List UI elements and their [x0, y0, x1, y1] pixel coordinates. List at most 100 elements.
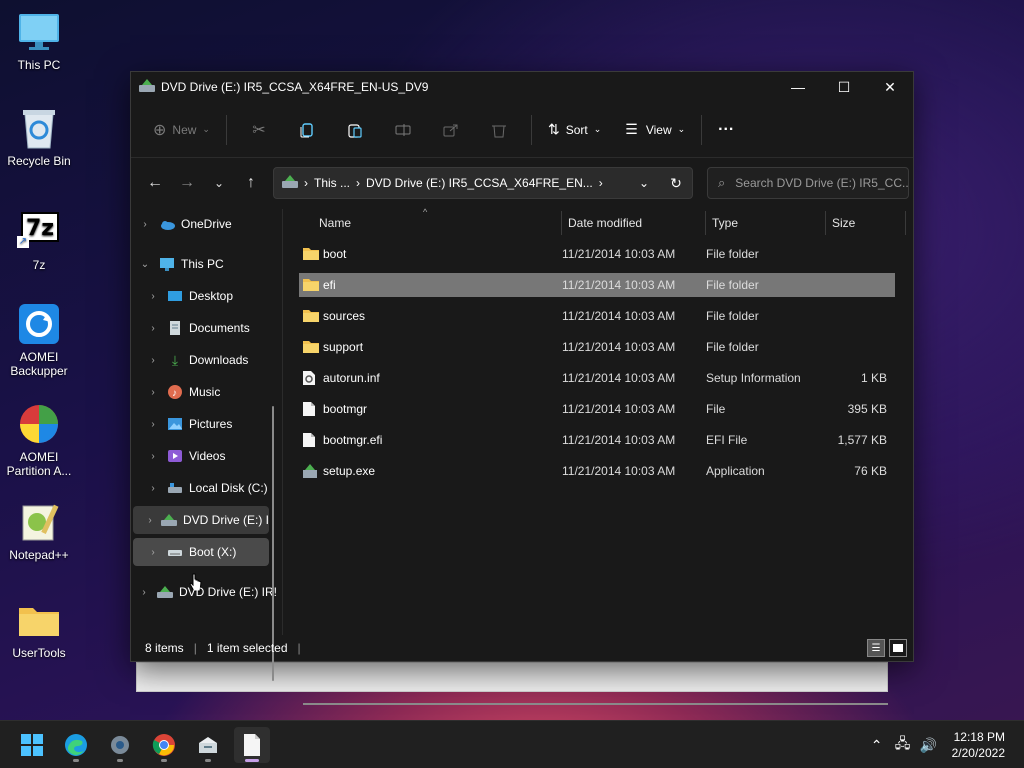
copy-button[interactable] [283, 114, 331, 146]
file-row[interactable]: efi 11/21/2014 10:03 AM File folder [299, 273, 895, 297]
desktop-icon-label: Recycle Bin [7, 154, 71, 168]
search-input[interactable]: ⌕ Search DVD Drive (E:) IR5_CC... [707, 167, 909, 199]
chevron-right-icon[interactable]: › [137, 587, 151, 598]
file-row[interactable]: sources 11/21/2014 10:03 AM File folder [299, 304, 895, 328]
chevron-down-icon: ⌄ [213, 176, 225, 190]
maximize-button[interactable]: ☐ [821, 72, 867, 102]
nav-item-desktop[interactable]: › Desktop [145, 282, 279, 310]
chevron-right-icon[interactable]: › [145, 355, 161, 366]
back-button[interactable]: ← [139, 167, 171, 199]
recent-locations-button[interactable]: ⌄ [203, 167, 235, 199]
nav-item-dvd-drive-selected[interactable]: › DVD Drive (E:) I [133, 506, 269, 534]
file-row[interactable]: bootmgr 11/21/2014 10:03 AM File 395 KB [299, 397, 895, 421]
chevron-right-icon: › [356, 176, 361, 190]
desktop-icon-notepad-plus[interactable]: Notepad++ [4, 500, 74, 562]
address-bar[interactable]: › This ... › DVD Drive (E:) IR5_CCSA_X64… [273, 167, 693, 199]
up-button[interactable]: ↑ [235, 167, 267, 199]
file-row[interactable]: autorun.inf 11/21/2014 10:03 AM Setup Info… [299, 366, 895, 390]
desktop-icon-this-pc[interactable]: This PC [4, 10, 74, 72]
nav-item-this-pc[interactable]: ⌄ This PC [137, 250, 277, 278]
dvd-icon [156, 584, 173, 600]
tiles-view-button[interactable] [889, 639, 907, 657]
taskbar-notepad[interactable] [234, 727, 270, 763]
chevron-right-icon[interactable]: › [145, 451, 161, 462]
horizontal-scrollbar[interactable] [303, 703, 888, 705]
desktop-icon-label: AOMEI Partition A... [6, 450, 72, 478]
breadcrumb-dvd-drive[interactable]: DVD Drive (E:) IR5_CCSA_X64FRE_EN... [366, 176, 593, 190]
column-header-name[interactable]: Name [319, 209, 351, 237]
disk-icon [167, 480, 183, 496]
installer-icon [199, 737, 217, 753]
chevron-right-icon[interactable]: › [145, 323, 161, 334]
download-icon: ⤓ [171, 352, 179, 368]
file-row[interactable]: bootmgr.efi 11/21/2014 10:03 AM EFI File 1,… [299, 428, 895, 452]
close-button[interactable]: ✕ [867, 72, 913, 102]
desktop-icon [167, 288, 183, 304]
rename-icon [395, 123, 411, 136]
cut-button[interactable]: ✂ [235, 114, 283, 146]
chevron-right-icon[interactable]: › [145, 387, 161, 398]
chevron-right-icon[interactable]: › [145, 419, 161, 430]
nav-item-local-disk[interactable]: › Local Disk (C:) [145, 474, 279, 502]
desktop-icon-label: Notepad++ [9, 548, 69, 562]
rename-button[interactable] [379, 114, 427, 146]
file-date: 11/21/2014 10:03 AM [562, 371, 676, 385]
minimize-button[interactable]: — [775, 72, 821, 102]
taskbar-installer[interactable] [190, 727, 226, 763]
chevron-down-icon[interactable]: ⌄ [137, 259, 153, 270]
taskbar-chrome[interactable] [146, 727, 182, 763]
more-options-button[interactable]: ··· [710, 114, 742, 146]
chevron-right-icon[interactable]: › [599, 176, 603, 190]
desktop-icon-aomei-backupper[interactable]: AOMEI Backupper [4, 302, 74, 378]
clock[interactable]: 12:18 PM 2/20/2022 [942, 729, 1024, 761]
share-button[interactable] [427, 114, 475, 146]
chevron-right-icon[interactable]: › [145, 291, 161, 302]
sort-button[interactable]: ⇅ Sort ⌄ [540, 114, 609, 146]
nav-item-videos[interactable]: › Videos [145, 442, 279, 470]
column-header-type[interactable]: Type [712, 209, 738, 237]
pictures-icon [167, 416, 183, 432]
volume-icon[interactable]: 🔊 [916, 737, 942, 754]
file-row[interactable]: setup.exe 11/21/2014 10:03 AM Application 7… [299, 459, 895, 483]
chevron-right-icon[interactable]: › [145, 515, 155, 526]
view-button[interactable]: ☰ View ⌄ [617, 114, 693, 146]
trash-icon [491, 125, 506, 137]
breadcrumb-this-pc[interactable]: This ... [314, 176, 350, 190]
title-bar[interactable]: DVD Drive (E:) IR5_CCSA_X64FRE_EN-US_DV9… [131, 72, 913, 102]
column-header-date[interactable]: Date modified [568, 209, 642, 237]
nav-item-label: Pictures [189, 417, 233, 431]
nav-item-documents[interactable]: › Documents [145, 314, 279, 342]
desktop-icon-recycle-bin[interactable]: Recycle Bin [4, 106, 74, 168]
file-type: File folder [706, 309, 759, 323]
file-name: support [323, 340, 364, 354]
nav-item-music[interactable]: › ♪ Music [145, 378, 279, 406]
desktop-icon-usertools[interactable]: UserTools [4, 598, 74, 660]
refresh-button[interactable]: ↻ [660, 175, 692, 192]
nav-item-onedrive[interactable]: › OneDrive [137, 210, 277, 238]
chevron-right-icon[interactable]: › [137, 219, 153, 230]
network-icon[interactable]: 🖧 [890, 733, 916, 757]
start-button[interactable] [14, 727, 50, 763]
desktop-icon-aomei-partition[interactable]: AOMEI Partition A... [4, 402, 74, 478]
forward-button[interactable]: → [171, 167, 203, 199]
details-view-button[interactable]: ☰ [867, 639, 885, 657]
file-row[interactable]: boot 11/21/2014 10:03 AM File folder [299, 242, 895, 266]
nav-item-dvd-drive-root[interactable]: › DVD Drive (E:) IR! [137, 578, 277, 606]
nav-item-boot-drive[interactable]: › Boot (X:) [133, 538, 269, 566]
taskbar-edge[interactable] [58, 727, 94, 763]
column-header-size[interactable]: Size [832, 209, 855, 237]
chevron-right-icon[interactable]: › [145, 483, 161, 494]
desktop-icon-7z[interactable]: 7z ↗ 7z [4, 210, 74, 272]
new-button[interactable]: ⊕ New ⌄ [145, 114, 218, 146]
scissors-icon: ✂ [252, 121, 266, 139]
address-dropdown-button[interactable]: ⌄ [628, 176, 660, 190]
chevron-right-icon[interactable]: › [145, 547, 161, 558]
taskbar-settings[interactable] [102, 727, 138, 763]
paste-button[interactable] [331, 114, 379, 146]
nav-item-downloads[interactable]: › ⤓ Downloads [145, 346, 279, 374]
delete-button[interactable] [475, 114, 523, 146]
show-hidden-icons-button[interactable]: ⌃ [864, 737, 890, 754]
file-row[interactable]: support 11/21/2014 10:03 AM File folder [299, 335, 895, 359]
notepad-icon [244, 734, 260, 756]
nav-item-pictures[interactable]: › Pictures [145, 410, 279, 438]
